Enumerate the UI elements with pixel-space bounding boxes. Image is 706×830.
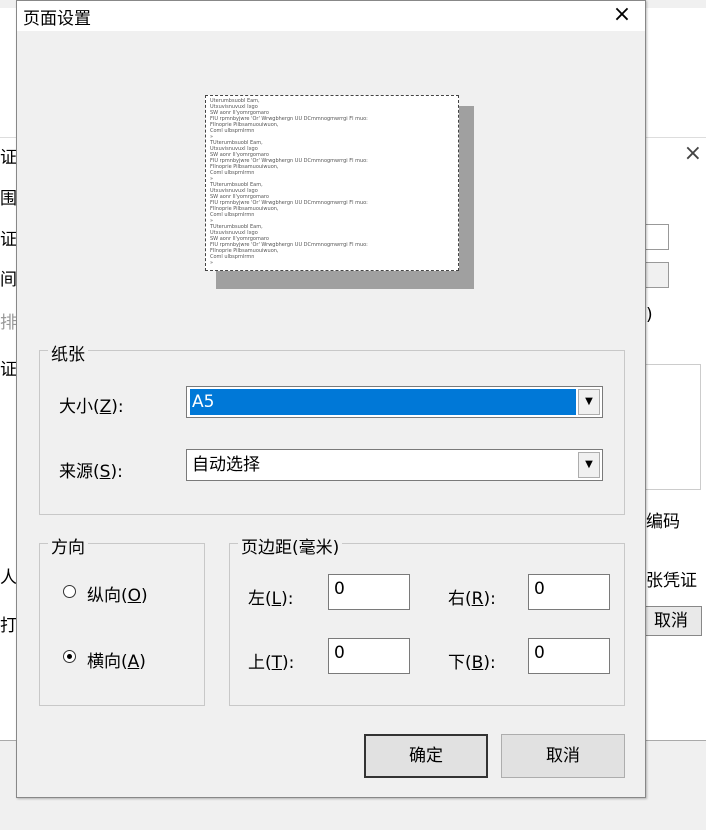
chevron-down-icon[interactable]: ▼ — [578, 389, 600, 415]
background-fragment: ) — [646, 305, 653, 325]
chevron-down-icon[interactable]: ▼ — [578, 452, 600, 478]
margins-group: 页边距(毫米) — [229, 533, 625, 706]
margins-group-label: 页边距(毫米) — [238, 533, 343, 558]
background-fragment: 张凭证 — [646, 571, 697, 591]
background-input[interactable] — [646, 224, 669, 250]
background-close-icon[interactable]: × — [684, 141, 702, 166]
margin-left-input[interactable]: 0 — [328, 574, 410, 610]
landscape-label[interactable]: 横向(A) — [87, 647, 146, 672]
margin-left-label: 左(L): — [248, 589, 294, 609]
close-icon[interactable]: × — [599, 1, 645, 31]
page-preview: Uterumbsuobl Eam, Utxuvisnuvuxl Ixgo SW ao… — [205, 95, 459, 271]
cancel-button[interactable]: 取消 — [501, 734, 625, 778]
margin-bottom-input[interactable]: 0 — [528, 638, 610, 674]
page-setup-dialog: 页面设置 × Uterumbsuobl Eam, Utxuvisnuvuxl Ix… — [16, 0, 646, 798]
background-cancel-button[interactable]: 取消 — [640, 606, 702, 636]
dialog-titlebar: 页面设置 × — [17, 1, 645, 31]
background-fragment: 间 — [0, 270, 17, 290]
background-fragment: 人 — [0, 568, 17, 588]
background-fragment: 证 — [0, 148, 17, 168]
margin-top-input[interactable]: 0 — [328, 638, 410, 674]
ok-button[interactable]: 确定 — [364, 734, 488, 778]
preview-text-line: » — [210, 260, 214, 266]
background-fragment: 编码 — [646, 512, 680, 532]
background-fragment: 围 — [0, 189, 17, 209]
paper-size-select[interactable]: A5 ▼ — [186, 386, 603, 418]
margin-bottom-label: 下(B): — [448, 653, 496, 673]
background-fragment: 证 — [0, 360, 17, 380]
paper-group: 纸张 — [39, 340, 625, 515]
orientation-group: 方向 — [39, 533, 205, 706]
paper-size-value: A5 — [190, 389, 576, 415]
margin-right-label: 右(R): — [448, 589, 496, 609]
portrait-label[interactable]: 纵向(O) — [87, 581, 148, 606]
background-fragment: 证 — [0, 230, 17, 250]
background-group-box — [646, 364, 701, 490]
margin-right-input[interactable]: 0 — [528, 574, 610, 610]
background-fragment: 打 — [0, 616, 17, 636]
background-fragment: 排 — [0, 313, 17, 333]
paper-source-label: 来源(S): — [59, 462, 123, 482]
dialog-title: 页面设置 — [23, 9, 91, 29]
portrait-radio[interactable] — [63, 585, 76, 598]
paper-group-label: 纸张 — [48, 340, 88, 365]
paper-source-select[interactable]: 自动选择 ▼ — [186, 449, 603, 481]
background-input[interactable] — [646, 262, 669, 288]
paper-source-value: 自动选择 — [192, 455, 260, 475]
orientation-group-label: 方向 — [48, 533, 88, 558]
paper-size-label: 大小(Z): — [59, 397, 124, 417]
landscape-radio[interactable] — [63, 650, 76, 663]
margin-top-label: 上(T): — [248, 653, 295, 673]
